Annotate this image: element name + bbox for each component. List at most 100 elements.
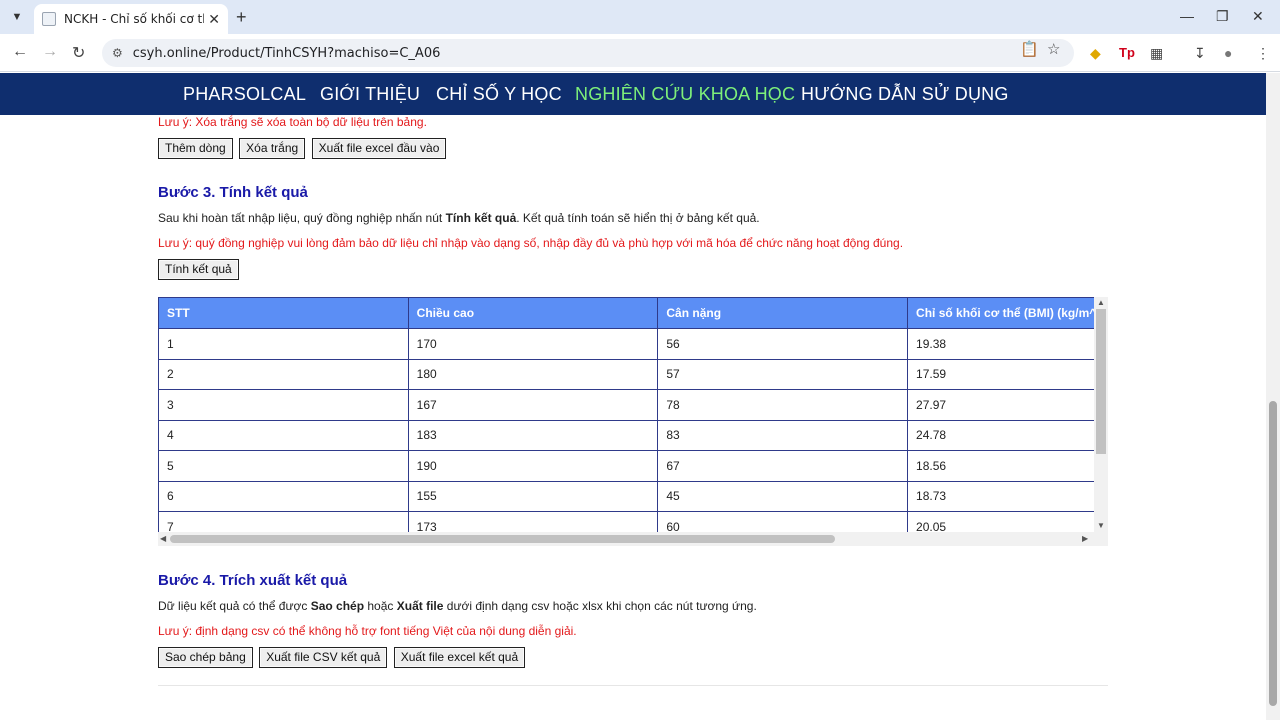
- scroll-right-arrow-icon[interactable]: ▶: [1082, 534, 1088, 543]
- divider: [158, 685, 1108, 686]
- scroll-left-arrow-icon[interactable]: ◀: [160, 534, 166, 543]
- table-header-row: STT Chiều cao Cân nặng Chỉ số khối cơ th…: [158, 297, 1094, 329]
- column-header-height: Chiều cao: [407, 297, 659, 329]
- step4-desc-text-2: dưới định dạng csv hoặc xlsx khi chọn cá…: [443, 599, 757, 613]
- table-cell: 173: [407, 511, 659, 532]
- table-horizontal-scroll-thumb[interactable]: [170, 535, 835, 543]
- table-row: 4 183 83 24.78: [158, 419, 1094, 451]
- extension-icon[interactable]: ◆: [1090, 45, 1101, 62]
- export-excel-button[interactable]: Xuất file excel kết quả: [393, 647, 526, 668]
- column-header-bmi: Chỉ số khối cơ thể (BMI) (kg/m^2): [907, 297, 1094, 329]
- download-icon[interactable]: ↧: [1194, 45, 1206, 62]
- window-close-icon[interactable]: ✕: [1252, 8, 1264, 25]
- table-cell: 45: [657, 480, 909, 512]
- table-row: 6 155 45 18.73: [158, 480, 1094, 512]
- new-tab-icon[interactable]: +: [236, 7, 247, 28]
- table-cell: 60: [657, 511, 909, 532]
- extensions-puzzle-icon[interactable]: ▦: [1150, 45, 1163, 62]
- table-horizontal-scrollbar[interactable]: ◀ ▶: [158, 532, 1108, 546]
- back-icon[interactable]: ←: [12, 43, 28, 61]
- table-cell: 57: [657, 358, 909, 390]
- add-row-button[interactable]: Thêm dòng: [158, 138, 233, 159]
- scroll-up-arrow-icon[interactable]: ▲: [1097, 298, 1105, 307]
- site-navbar: PHARSOLCAL GIỚI THIỆU CHỈ SỐ Y HỌC NGHIÊ…: [0, 73, 1266, 115]
- table-cell: 180: [407, 358, 659, 390]
- table-cell: 6: [158, 480, 409, 512]
- calculate-button[interactable]: Tính kết quả: [158, 259, 239, 280]
- nav-item-pharsolcal[interactable]: PHARSOLCAL: [183, 84, 306, 105]
- site-info-icon[interactable]: ⚙: [112, 46, 123, 60]
- step4-description: Dữ liệu kết quả có thể được Sao chép hoặ…: [158, 599, 757, 613]
- table-vertical-scrollbar[interactable]: ▲ ▼: [1094, 297, 1108, 532]
- step4-warning: Lưu ý: định dạng csv có thể không hỗ trợ…: [158, 624, 577, 638]
- table-cell: 67: [657, 450, 909, 482]
- table-cell: 190: [407, 450, 659, 482]
- nav-item-nghien-cuu-khoa-hoc[interactable]: NGHIÊN CỨU KHOA HỌC: [575, 84, 795, 105]
- step3-description: Sau khi hoàn tất nhập liệu, quý đồng ngh…: [158, 211, 760, 225]
- tab-close-icon[interactable]: ✕: [208, 11, 220, 28]
- tab-search-icon[interactable]: ▼: [6, 6, 28, 28]
- table-cell: 2: [158, 358, 409, 390]
- step4-desc-mid: hoặc: [364, 599, 397, 613]
- table-cell: 20.05: [907, 511, 1094, 532]
- scroll-down-arrow-icon[interactable]: ▼: [1097, 521, 1105, 530]
- column-header-weight: Cân nặng: [657, 297, 909, 329]
- results-table: STT Chiều cao Cân nặng Chỉ số khối cơ th…: [158, 297, 1094, 532]
- table-cell: 27.97: [907, 389, 1094, 421]
- browser-menu-icon[interactable]: ⋮: [1256, 45, 1270, 62]
- table-cell: 4: [158, 419, 409, 451]
- restore-icon[interactable]: ❐: [1216, 8, 1229, 25]
- step2-button-row: Thêm dòng Xóa trắng Xuất file excel đầu …: [158, 138, 447, 159]
- page-favicon-icon: [42, 12, 56, 26]
- step4-desc-text-1: Dữ liệu kết quả có thể được: [158, 599, 311, 613]
- step3-warning: Lưu ý: quý đồng nghiệp vui lòng đảm bảo …: [158, 236, 904, 250]
- nav-item-gioi-thieu[interactable]: GIỚI THIỆU: [320, 84, 420, 105]
- table-row: 1 170 56 19.38: [158, 328, 1094, 360]
- table-cell: 183: [407, 419, 659, 451]
- table-cell: 78: [657, 389, 909, 421]
- forward-icon[interactable]: →: [42, 43, 58, 61]
- table-row: 7 173 60 20.05: [158, 511, 1094, 532]
- extension-tp-icon[interactable]: Tp: [1119, 45, 1135, 60]
- table-cell: 19.38: [907, 328, 1094, 360]
- table-cell: 18.73: [907, 480, 1094, 512]
- table-cell: 56: [657, 328, 909, 360]
- tab-title: NCKH - Chỉ số khối cơ thể (BMI): [64, 12, 204, 26]
- step3-desc-bold: Tính kết quả: [445, 211, 517, 225]
- table-cell: 7: [158, 511, 409, 532]
- clipboard-icon[interactable]: 📋: [1020, 40, 1039, 58]
- table-row: 5 190 67 18.56: [158, 450, 1094, 482]
- step3-desc-text-1: Sau khi hoàn tất nhập liệu, quý đồng ngh…: [158, 211, 446, 225]
- table-cell: 24.78: [907, 419, 1094, 451]
- nav-item-chi-so-y-hoc[interactable]: CHỈ SỐ Y HỌC: [436, 84, 562, 105]
- clear-button[interactable]: Xóa trắng: [239, 138, 306, 159]
- nav-item-huong-dan-su-dung[interactable]: HƯỚNG DẪN SỬ DỤNG: [801, 84, 1009, 105]
- browser-tabbar: ▼ NCKH - Chỉ số khối cơ thể (BMI) ✕ + — …: [0, 0, 1280, 34]
- step4-desc-bold-1: Sao chép: [310, 599, 365, 613]
- table-vertical-scroll-thumb[interactable]: [1096, 309, 1106, 454]
- table-cell: 1: [158, 328, 409, 360]
- export-input-excel-button[interactable]: Xuất file excel đầu vào: [311, 138, 447, 159]
- table-cell: 3: [158, 389, 409, 421]
- bookmark-star-icon[interactable]: ☆: [1047, 40, 1060, 58]
- step2-note: Lưu ý: Xóa trắng sẽ xóa toàn bộ dữ liệu …: [158, 115, 427, 129]
- url-text: csyh.online/Product/TinhCSYH?machiso=C_A…: [132, 45, 441, 61]
- table-cell: 155: [407, 480, 659, 512]
- table-cell: 170: [407, 328, 659, 360]
- copy-table-button[interactable]: Sao chép bảng: [158, 647, 253, 668]
- minimize-icon[interactable]: —: [1180, 8, 1194, 24]
- export-csv-button[interactable]: Xuất file CSV kết quả: [259, 647, 388, 668]
- reload-icon[interactable]: ↻: [72, 43, 85, 63]
- table-cell: 17.59: [907, 358, 1094, 390]
- column-header-stt: STT: [158, 297, 409, 329]
- page-vertical-scrollbar[interactable]: [1266, 73, 1280, 720]
- step3-desc-text-2: . Kết quả tính toán sẽ hiển thị ở bảng k…: [516, 211, 760, 225]
- results-table-container[interactable]: STT Chiều cao Cân nặng Chỉ số khối cơ th…: [158, 297, 1108, 547]
- table-cell: 5: [158, 450, 409, 482]
- step4-button-row: Sao chép bảng Xuất file CSV kết quả Xuất…: [158, 647, 526, 668]
- address-bar[interactable]: ⚙ csyh.online/Product/TinhCSYH?machiso=C…: [102, 39, 1074, 67]
- page-scroll-thumb[interactable]: [1269, 401, 1277, 706]
- browser-tab[interactable]: NCKH - Chỉ số khối cơ thể (BMI) ✕: [34, 4, 228, 34]
- profile-avatar-icon[interactable]: ●: [1224, 45, 1232, 61]
- browser-toolbar: ← → ↻ ⚙ csyh.online/Product/TinhCSYH?mac…: [0, 34, 1280, 72]
